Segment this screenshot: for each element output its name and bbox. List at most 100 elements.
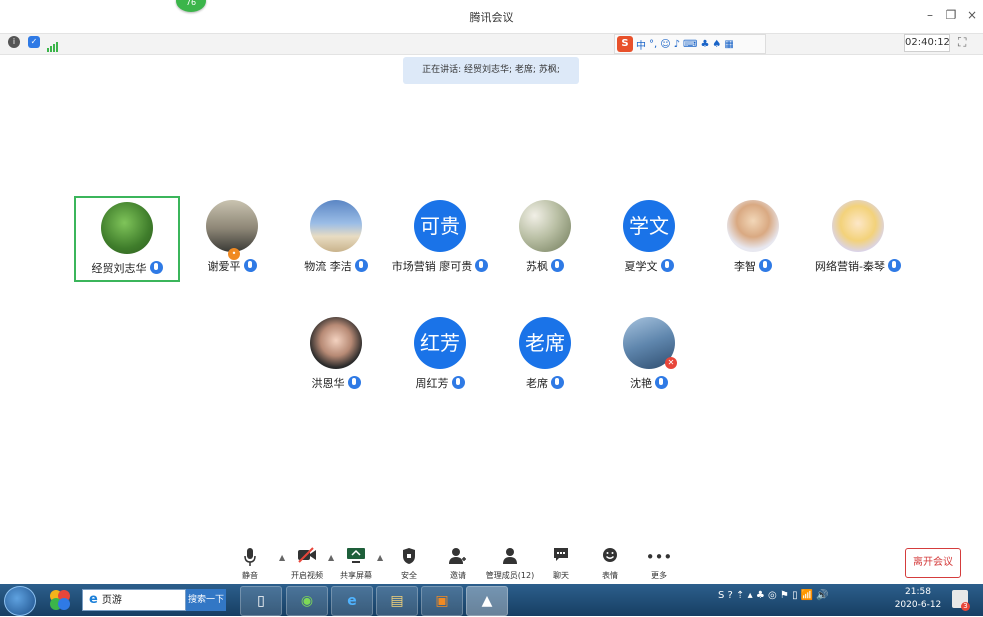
avatar — [832, 200, 884, 252]
chat-label: 聊天 — [553, 571, 569, 580]
ie-icon: e — [89, 592, 98, 607]
participant-name: 夏学文 — [624, 260, 658, 273]
ie-browser-icon[interactable]: e — [331, 586, 373, 616]
emoji-button[interactable]: 表情 — [587, 547, 633, 581]
participant-name: 网络营销-秦琴 — [815, 260, 885, 273]
participant-name: 李智 — [734, 260, 756, 273]
members-icon — [484, 547, 536, 567]
share-options-caret[interactable]: ▲ — [377, 553, 383, 562]
mic-icon[interactable] — [551, 259, 564, 272]
participant-tile[interactable]: 可贵 市场营销 廖可贵 — [387, 196, 493, 282]
flag-tray-icon[interactable]: ⚑ — [780, 590, 789, 601]
manage-members-button[interactable]: 管理成员(12) — [484, 547, 536, 581]
avatar — [310, 317, 362, 369]
participant-tile[interactable]: 经贸刘志华 — [74, 196, 180, 282]
participant-tile[interactable]: 洪恩华 — [283, 313, 389, 399]
leave-meeting-button[interactable]: 离开会议 — [905, 548, 961, 578]
close-button[interactable]: × — [964, 8, 980, 22]
mic-icon[interactable] — [475, 259, 489, 272]
office-app-icon[interactable]: ▣ — [421, 586, 463, 616]
system-clock[interactable]: 21:58 2020-6-12 — [892, 586, 944, 612]
clock-time: 21:58 — [905, 587, 931, 597]
mic-icon[interactable] — [887, 259, 901, 272]
participant-name: 沈艳 — [630, 377, 652, 390]
avatar: 老席 — [519, 317, 571, 369]
participant-tile[interactable]: 网络营销-秦琴 — [805, 196, 911, 282]
pinwheel-icon[interactable] — [46, 587, 74, 613]
ime-item[interactable]: °, — [649, 39, 657, 50]
ime-item[interactable]: 中 — [636, 37, 646, 52]
expand-tray-icon[interactable]: ▴ — [748, 590, 753, 601]
mute-button[interactable]: 静音 — [227, 547, 273, 581]
mic-icon[interactable] — [655, 376, 668, 389]
address-bar[interactable]: e 页游 — [82, 589, 186, 611]
participant-tile[interactable]: 苏枫 — [492, 196, 598, 282]
video-label: 开启视频 — [291, 571, 323, 580]
add-user-icon — [435, 547, 481, 567]
more-label: 更多 — [651, 571, 667, 580]
chat-icon — [538, 547, 584, 567]
sogou-tray-icon[interactable]: S — [718, 590, 724, 601]
ime-item[interactable]: ☺ — [660, 39, 670, 50]
mic-icon[interactable] — [451, 376, 465, 389]
browser-360-icon[interactable]: ◉ — [286, 586, 328, 616]
ime-item[interactable]: ♠ — [712, 39, 721, 50]
participant-tile[interactable]: ✕ 沈艳 — [596, 313, 702, 399]
share-screen-button[interactable]: 共享屏幕 — [333, 547, 379, 581]
device-tray-icon[interactable]: ▯ — [792, 590, 798, 601]
meeting-timer: 02:40:12 — [904, 34, 950, 52]
participant-tile[interactable]: 红芳 周红芳 — [387, 313, 493, 399]
restore-button[interactable]: ❐ — [943, 8, 959, 22]
qq-tray-icon[interactable]: ♣ — [756, 590, 765, 601]
invite-button[interactable]: 邀请 — [435, 547, 481, 581]
help-tray-icon[interactable]: ? — [728, 590, 733, 601]
network-tray-icon[interactable]: ⇡ — [736, 590, 744, 601]
system-tray[interactable]: S ? ⇡ ▴ ♣ ◎ ⚑ ▯ 📶 🔊 — [718, 590, 829, 601]
volume-tray-icon[interactable]: 🔊 — [816, 590, 828, 601]
security-button[interactable]: 安全 — [386, 547, 432, 581]
minimize-button[interactable]: – — [922, 8, 938, 22]
ime-item[interactable]: ⌨ — [683, 39, 697, 50]
mic-icon[interactable] — [759, 259, 772, 272]
status-bar — [0, 33, 983, 55]
security-tray-icon[interactable]: ◎ — [768, 590, 777, 601]
ime-item[interactable]: ♣ — [700, 39, 709, 50]
video-button[interactable]: 开启视频 — [284, 547, 330, 581]
mic-icon[interactable] — [551, 376, 564, 389]
search-button[interactable]: 搜索一下 — [186, 589, 226, 611]
app-title: 腾讯会议 — [469, 11, 514, 24]
participant-name: 谢爱平 — [207, 260, 241, 273]
emoji-icon — [587, 547, 633, 567]
participant-tile[interactable]: 老席 老席 — [492, 313, 598, 399]
more-button[interactable]: ••• 更多 — [636, 547, 682, 581]
shield-lock-icon — [386, 547, 432, 567]
signal-icon[interactable] — [47, 37, 59, 52]
speaking-banner: 正在讲话: 经贸刘志华; 老席; 苏枫; — [403, 57, 579, 84]
mic-icon[interactable] — [660, 259, 674, 272]
mic-icon[interactable] — [149, 261, 163, 274]
mic-icon[interactable] — [347, 376, 361, 389]
folder-icon[interactable]: ▤ — [376, 586, 418, 616]
avatar — [206, 200, 258, 252]
shield-icon[interactable]: ✓ — [28, 36, 40, 48]
participant-tile[interactable]: 物流 李洁 — [283, 196, 389, 282]
wifi-tray-icon[interactable]: 📶 — [801, 590, 813, 601]
mic-icon[interactable] — [243, 259, 257, 272]
emoji-label: 表情 — [602, 571, 618, 580]
fullscreen-icon[interactable]: ⛶ — [958, 35, 966, 50]
phone-app-icon[interactable]: ▯ — [240, 586, 282, 616]
mic-icon[interactable] — [354, 259, 368, 272]
tencent-meeting-icon[interactable]: ▲ — [466, 586, 508, 616]
ime-item[interactable]: ▦ — [724, 39, 733, 50]
participant-name: 老席 — [526, 377, 548, 390]
ime-toolbar[interactable]: S 中 °, ☺ ♪ ⌨ ♣ ♠ ▦ — [614, 34, 766, 54]
participant-tile[interactable]: 学文 夏学文 — [596, 196, 702, 282]
manage-members-label: 管理成员(12) — [485, 571, 535, 580]
ime-item[interactable]: ♪ — [674, 39, 680, 50]
info-icon[interactable]: i — [8, 36, 20, 48]
chat-button[interactable]: 聊天 — [538, 547, 584, 581]
participant-tile[interactable]: 李智 — [700, 196, 806, 282]
start-button[interactable] — [4, 586, 36, 616]
ime-logo-icon[interactable]: S — [617, 36, 633, 52]
participant-tile[interactable]: • 谢爱平 — [179, 196, 285, 282]
